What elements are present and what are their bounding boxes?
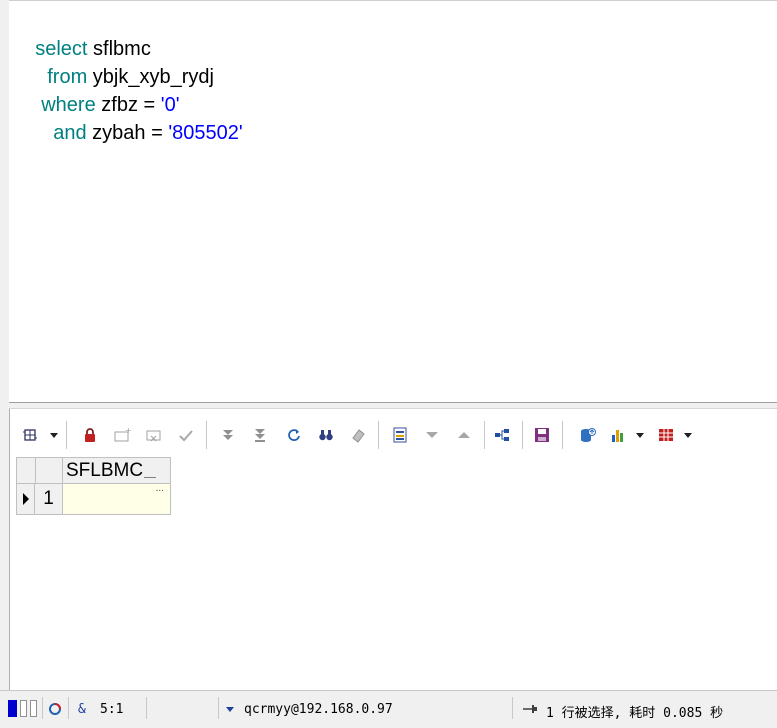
toolbar-separator [206,421,207,449]
result-grid[interactable]: SFLBMC 1 ... [16,457,171,515]
cursor-position: 5:1 [100,702,124,717]
modified-ampersand-icon: & [78,702,86,717]
chevron-down-icon[interactable] [636,433,644,438]
code-line-4: and zybah = '805502' [31,91,243,175]
next-record-icon[interactable] [420,423,444,447]
toolbar-separator [562,421,563,449]
query-by-example-icon[interactable] [490,423,514,447]
post-changes-icon[interactable] [174,423,198,447]
insert-record-icon[interactable]: + [110,423,134,447]
grid-options-icon[interactable] [18,423,42,447]
fetch-next-page-icon[interactable] [216,423,240,447]
status-indicator-empty [30,700,37,717]
lock-icon[interactable] [78,423,102,447]
chevron-down-icon[interactable] [50,433,58,438]
status-separator [512,697,513,719]
toolbar-separator [522,421,523,449]
chevron-down-icon[interactable] [684,433,692,438]
sql-editor[interactable]: select sflbmc from ybjk_xyb_rydj where z… [9,0,777,402]
grid-corner [17,458,63,484]
single-record-view-icon[interactable] [388,423,412,447]
status-indicator-blue [8,700,17,717]
current-row-arrow-icon [23,493,29,505]
grid-corner-divider [35,458,36,484]
column-header-sflbmc[interactable]: SFLBMC [63,458,170,484]
row-indicator[interactable] [17,484,35,514]
status-bar: & 5:1 qcrmyy@192.168.0.97 1 行被选择, 耗时 0.0… [0,690,777,728]
column-header-divider [144,477,156,478]
save-icon[interactable] [530,423,554,447]
pin-icon [522,702,538,720]
status-separator [42,697,43,719]
status-separator [218,697,219,719]
delete-record-icon[interactable] [142,423,166,447]
export-icon[interactable] [576,423,600,447]
toolbar-separator [66,421,67,449]
sql-text: zybah = [86,122,169,144]
refresh-icon[interactable] [282,423,306,447]
busy-spinner-icon [48,702,62,720]
status-message: 1 行被选择, 耗时 0.085 秒 [546,706,724,721]
results-toolbar: + [10,419,776,451]
sql-keyword: and [53,122,87,144]
fetch-last-page-icon[interactable] [248,423,272,447]
connection-label[interactable]: qcrmyy@192.168.0.97 [244,702,393,717]
table-cell[interactable]: ... [63,484,170,514]
editor-results-splitter[interactable] [9,402,777,409]
results-panel: + SFLBMC 1 ... [9,409,777,690]
cell-edit-ellipsis-button[interactable]: ... [156,484,164,494]
find-icon[interactable] [314,423,338,447]
column-header-label: SFLBMC [66,460,144,481]
previous-record-icon[interactable] [452,423,476,447]
sql-string: '805502' [168,122,243,144]
toolbar-separator [484,421,485,449]
svg-text:+: + [125,427,131,435]
status-indicator-empty [20,700,27,717]
connection-dropdown-icon[interactable] [226,707,234,712]
row-number[interactable]: 1 [35,484,63,514]
status-separator [146,697,147,719]
clear-icon[interactable] [346,423,370,447]
chart-icon[interactable] [606,423,630,447]
table-view-icon[interactable] [654,423,678,447]
status-separator [68,697,69,719]
toolbar-separator [378,421,379,449]
